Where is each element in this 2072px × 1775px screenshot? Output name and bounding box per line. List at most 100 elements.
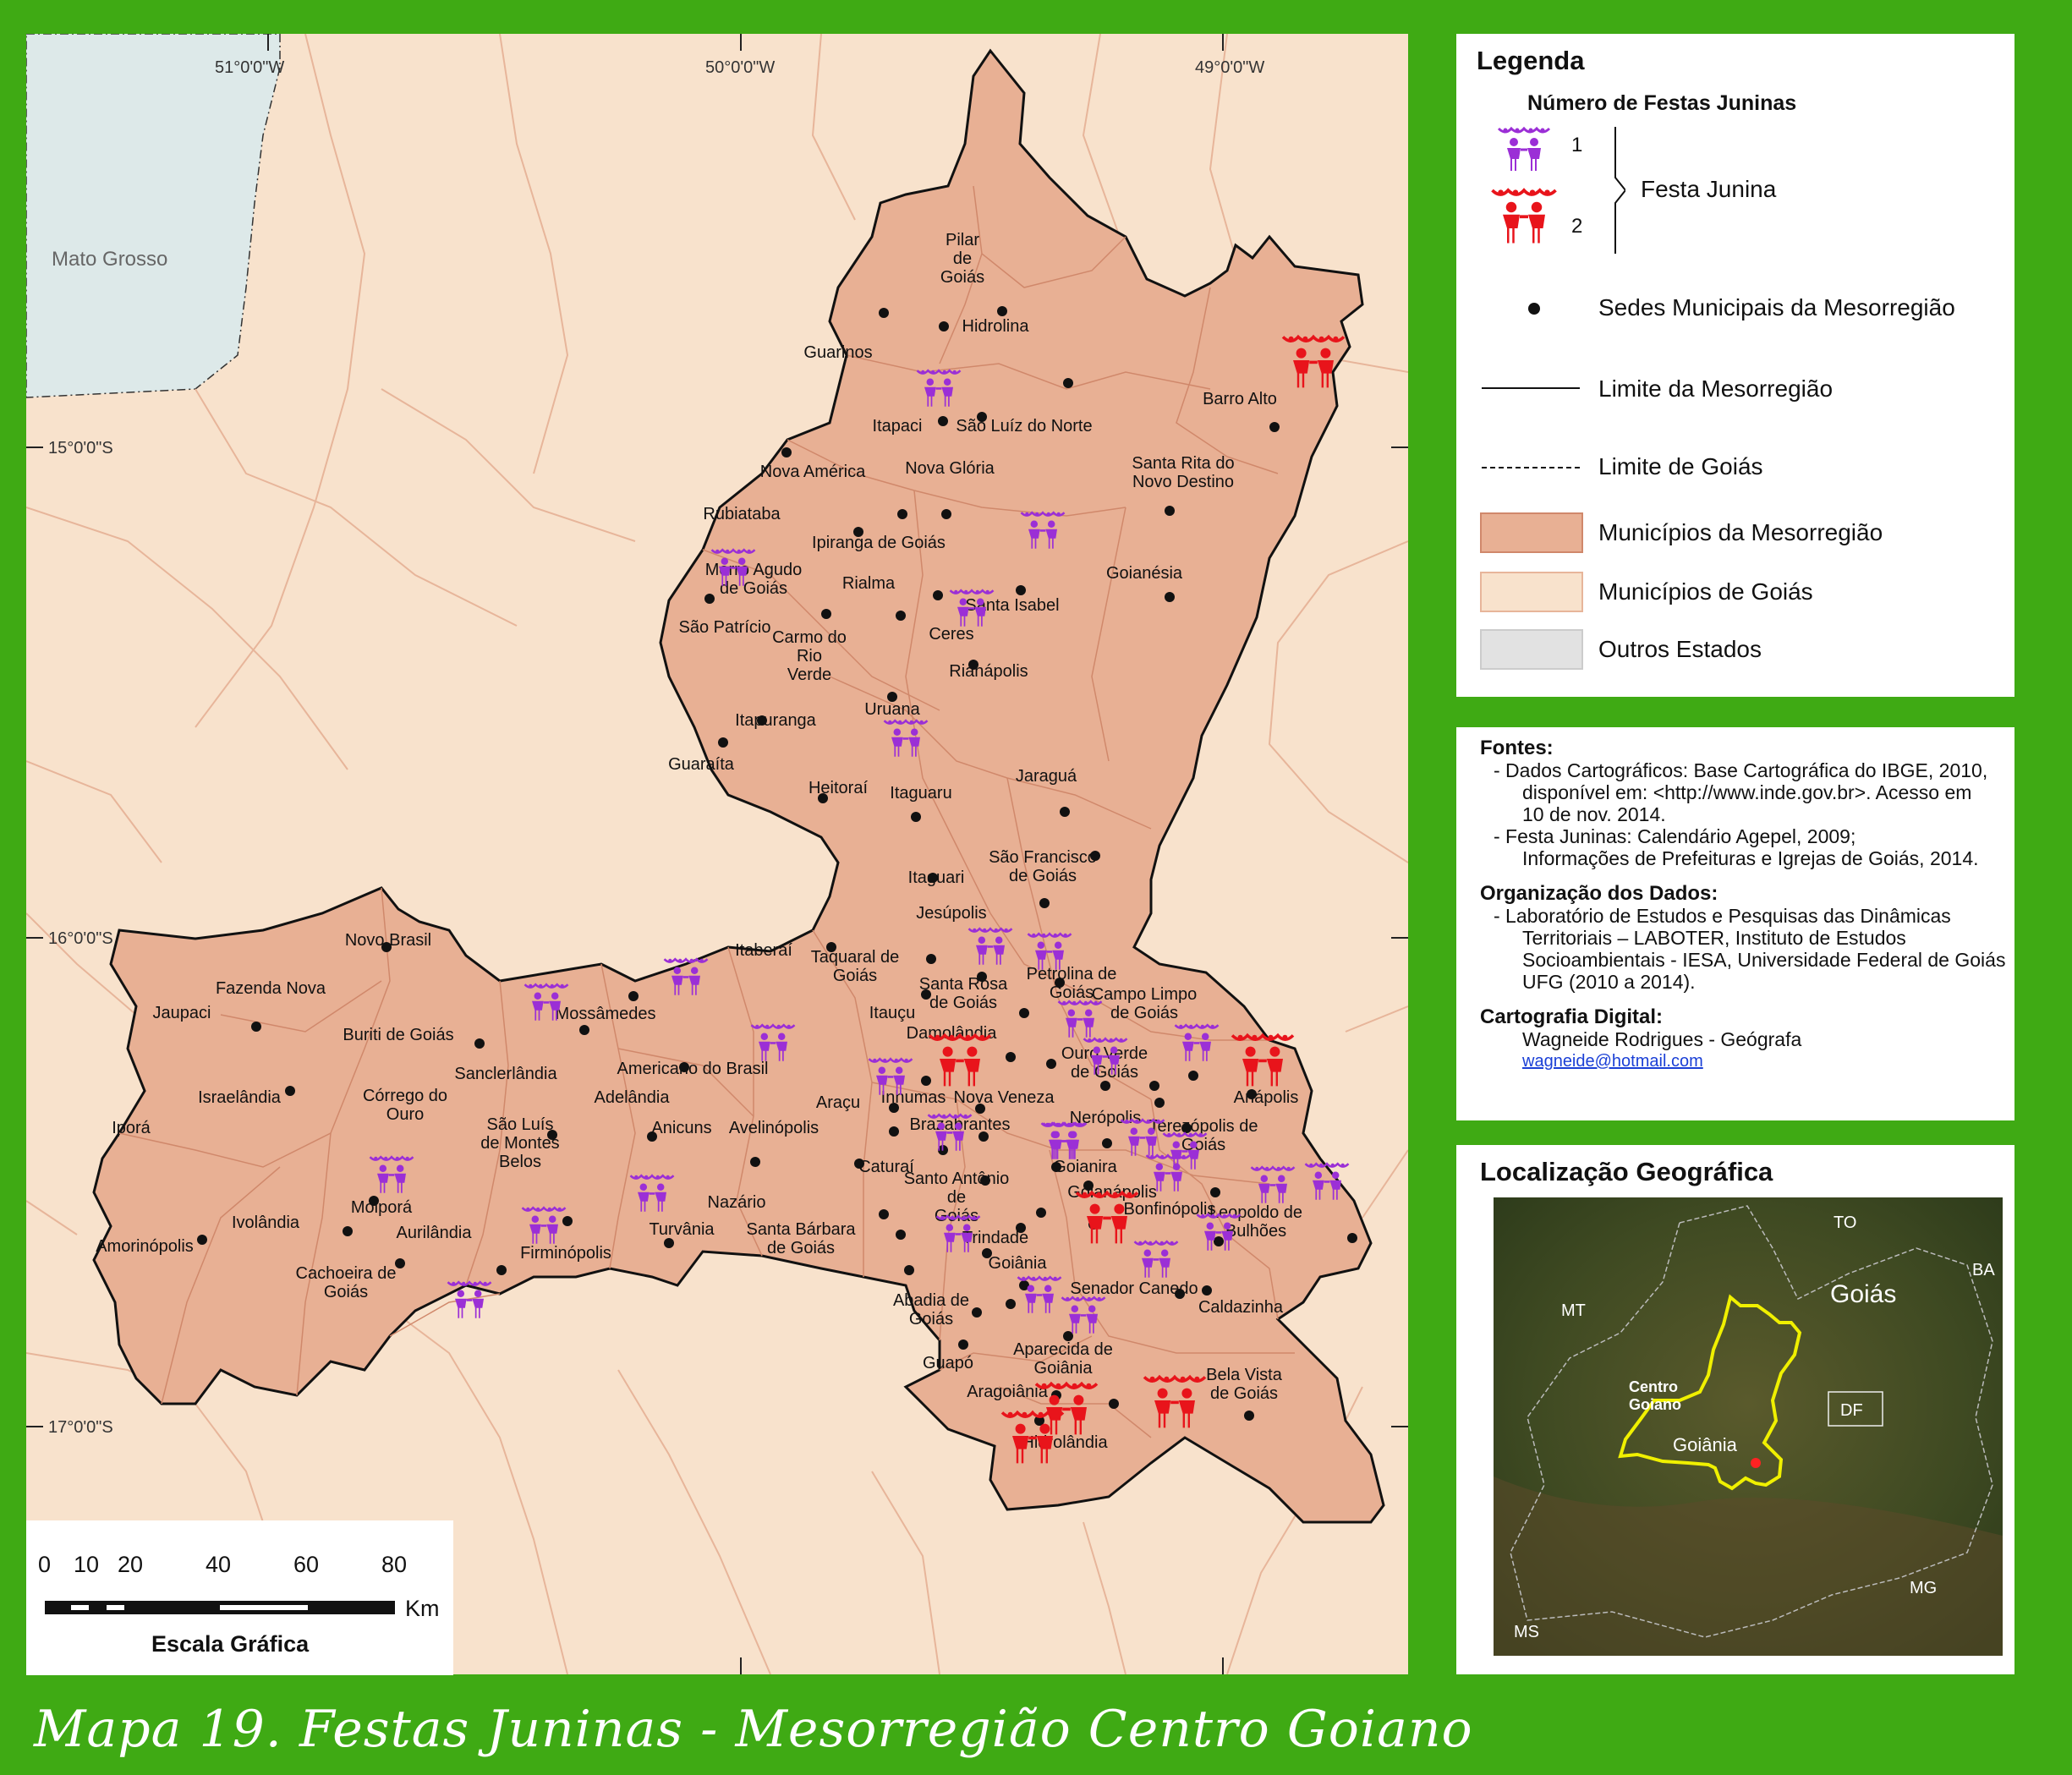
city-label: Anicuns [651,1119,711,1137]
sede-dot [1016,1223,1026,1233]
city-label: Nova Glória [905,459,995,478]
loc-label-ms: MS [1514,1623,1539,1641]
sede-dot [1036,1208,1046,1218]
sede-dot [879,308,889,318]
loc-label-to: TO [1834,1213,1856,1232]
sede-dot [982,1248,992,1258]
city-label: Rialma [842,574,896,593]
sede-dot [980,1175,990,1186]
sede-dot [968,660,978,670]
goias-limit-line-icon [1482,467,1580,468]
sede-dot [343,1226,353,1236]
city-label: Ouro Verde de Goiás [1061,1044,1148,1082]
loc-label-centro: Centro [1629,1378,1678,1395]
scale-bar: 0 10 20 40 60 80 Km Escala Gráfica [26,1520,453,1675]
sede-dot [1090,851,1100,861]
sede-dot [547,1130,557,1140]
legend-goias-label: Municípios de Goiás [1598,578,1813,605]
sede-dot [1165,506,1175,516]
sede-dot [562,1216,573,1226]
sede-dot [1244,1411,1254,1421]
city-label: Aurilândia [397,1224,473,1242]
sede-dot [395,1258,405,1268]
scale-tick: 60 [293,1552,319,1577]
goias-swatch [1480,572,1583,612]
sede-dot [941,509,951,519]
city-label: Adelândia [595,1088,671,1107]
city-label: Jaupaci [153,1004,211,1022]
sede-dot [904,1265,914,1275]
city-label: Moiporá [351,1198,413,1217]
sede-dot [977,412,987,422]
sede-dot [972,1307,982,1318]
neighbor-state-label: Mato Grosso [52,248,167,271]
sede-dot [826,942,836,952]
org-title: Organização dos Dados: [1480,882,1718,905]
city-label: Uruana [864,700,920,719]
map-canvas: Mato Grosso 51°0'0"W 50°0'0"W 49°0'0"W 1… [26,34,1408,1674]
city-label: Jaraguá [1016,767,1077,786]
lon-49-label: 49°0'0"W [1195,58,1264,77]
scale-unit: Km [405,1596,440,1621]
carto-name: Wagneide Rodrigues - Geógrafa [1522,1028,1802,1050]
sede-dot [1175,1289,1185,1299]
city-label: São Patrício [679,618,771,637]
loc-label-goiano: Goiano [1629,1396,1681,1413]
city-label: Guaraíta [668,755,735,774]
meso-swatch [1480,512,1583,553]
sede-dot [978,1131,989,1142]
city-label: Guarinos [803,343,872,362]
city-label: Nova América [760,463,866,481]
scale-bar-graphic: 0 10 20 40 60 80 Km Escala Gráfica [38,1552,440,1657]
city-label: Anápolis [1234,1088,1299,1107]
scale-tick: 80 [381,1552,407,1577]
location-panel: Localização Geográfica TO BA MT Goiás Ce… [1456,1145,2014,1674]
city-label: Goiânia [989,1254,1048,1273]
sede-dot [854,1159,864,1169]
city-label: Nazário [708,1193,766,1212]
sede-dot [718,737,728,748]
city-label: Avelinópolis [729,1119,819,1137]
scale-tick: 10 [74,1552,99,1577]
org-line: UFG (2010 a 2014). [1522,971,1696,993]
location-title: Localização Geográfica [1480,1157,1773,1186]
fontes-title: Fontes: [1480,737,1554,759]
sede-dot [1210,1187,1220,1197]
city-label: Itaguaru [890,784,951,803]
city-label: Ivolândia [232,1213,300,1232]
sede-dot [757,715,767,726]
sede-dot [1100,1081,1110,1091]
city-label: Goianira [1053,1158,1117,1176]
sede-dot [381,942,392,952]
legend-count-two: 2 [1571,215,1583,238]
sede-dot [496,1265,507,1275]
sede-dot [628,991,639,1001]
lat-17-label: 17°0'0"S [48,1418,113,1437]
org-line: Socioambientais - IESA, Universidade Fed… [1522,949,2006,971]
sede-dot [1247,1089,1257,1099]
sede-dot [889,1126,899,1137]
outros-swatch [1480,629,1583,670]
city-label: Guapó [923,1354,973,1372]
sede-dot [1006,1052,1016,1062]
city-label: Rianápolis [949,662,1028,681]
sede-dot [853,527,863,537]
sede-dot [1165,592,1175,602]
sede-dot [997,306,1007,316]
sede-dot [1060,807,1070,817]
sede-dot [928,873,938,883]
sede-dot [939,321,949,331]
city-label: Itapaci [873,417,923,436]
sources-panel: Fontes: - Dados Cartográficos: Base Cart… [1456,727,2014,1120]
sede-dot [938,416,948,426]
loc-label-df: DF [1840,1401,1863,1420]
city-label: Hidrolina [962,317,1030,336]
sede-dot [1149,1081,1159,1091]
sede-dot [1046,1059,1056,1069]
city-label: Nova Veneza [954,1088,1055,1107]
scale-tick: 0 [38,1552,51,1577]
city-label: Ipiranga de Goiás [812,534,946,552]
carto-email-link[interactable]: wagneide@hotmail.com [1480,1050,2005,1072]
festa-two-icon [1490,188,1558,245]
city-label: Amorinópolis [96,1237,194,1256]
